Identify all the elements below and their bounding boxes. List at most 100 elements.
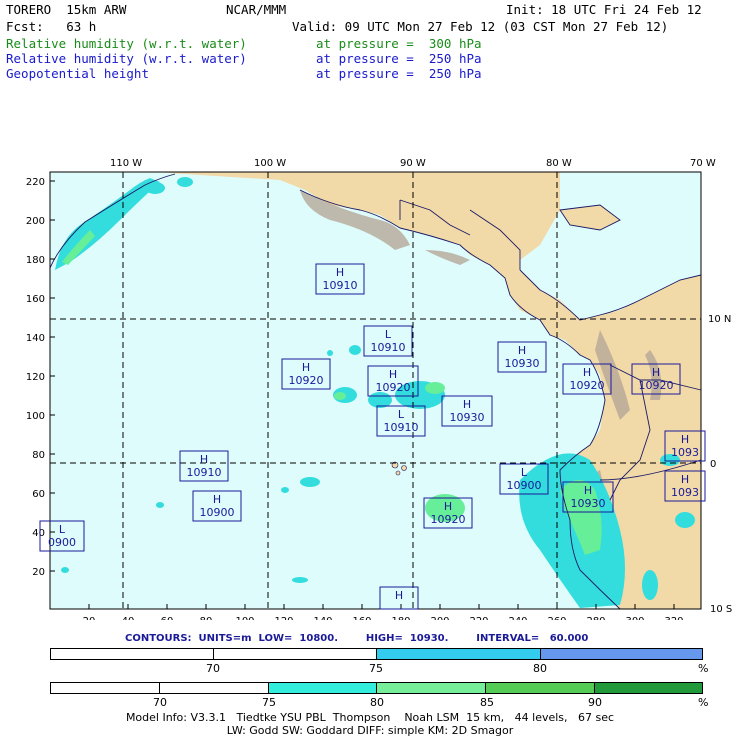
legend-blue-label-80: 80 (533, 662, 547, 675)
center-type: H (389, 368, 397, 381)
y-tick-label: 120 (26, 372, 45, 383)
legend-green-label-70: 70 (153, 696, 167, 709)
y-tick-label: 140 (26, 333, 45, 344)
x-tick-label: 100 (235, 616, 254, 620)
legend-green-label-85: 85 (480, 696, 494, 709)
center-type: H (395, 589, 403, 602)
legend-green-unit: % (698, 696, 709, 709)
valid-time: Valid: 09 UTC Mon 27 Feb 12 (03 CST Mon … (292, 19, 669, 34)
center-type: H (652, 366, 660, 379)
center-type: L (385, 328, 392, 341)
organization-label: NCAR/MMM (226, 2, 287, 17)
physics-info: LW: Godd SW: Goddard DIFF: simple KM: 2D… (226, 724, 514, 737)
center-value: 10930 (571, 497, 606, 510)
model-info: Model Info: V3.3.1 Tiedtke YSU PBL Thomp… (125, 711, 615, 724)
lat-label-0: 0 (710, 459, 716, 470)
legend-green-label-80: 80 (370, 696, 384, 709)
x-tick-label: 300 (625, 616, 644, 620)
legend-blue-unit: % (698, 662, 709, 675)
x-tick-label: 40 (122, 616, 135, 620)
legend-bin-lt70 (51, 683, 160, 693)
lat-label-10n: 10 N (708, 314, 731, 325)
legend-bin-gt90 (595, 683, 702, 693)
center-type: L (521, 466, 528, 479)
field-3-level: at pressure = 250 hPa (316, 66, 482, 81)
x-tick-label: 160 (352, 616, 371, 620)
legend-bin-70-75 (160, 683, 269, 693)
center-value: 1093 (671, 446, 699, 459)
lon-label-90w: 90 W (400, 158, 426, 169)
legend-bin-80-85 (377, 683, 486, 693)
field-1-level: at pressure = 300 hPa (316, 36, 482, 51)
center-value: 10920 (376, 381, 411, 394)
center-value: 10910 (384, 421, 419, 434)
center-value: 10900 (200, 506, 235, 519)
lon-label-70w: 70 W (690, 158, 716, 169)
y-tick-label: 180 (26, 255, 45, 266)
lon-label-80w: 80 W (546, 158, 572, 169)
field-1-name: Relative humidity (w.r.t. water) (6, 36, 247, 51)
y-tick-label: 20 (32, 567, 45, 578)
center-type: H (681, 433, 689, 446)
center-type: H (302, 361, 310, 374)
lat-label-10s: 10 S (710, 604, 732, 615)
center-value: 10910 (371, 341, 406, 354)
legend-bar-300hpa (50, 682, 703, 694)
legend-green-label-90: 90 (588, 696, 602, 709)
legend-bin-75-80 (377, 649, 541, 659)
legend-bin-75-80 (269, 683, 377, 693)
center-value: 10920 (570, 379, 605, 392)
legend-blue-label-70: 70 (206, 662, 220, 675)
legend-bin-gt80 (541, 649, 702, 659)
center-type: H (583, 366, 591, 379)
lon-label-110w: 110 W (110, 158, 142, 169)
model-title: TORERO 15km ARW (6, 2, 127, 17)
x-tick-label: 120 (274, 616, 293, 620)
x-tick-label: 80 (200, 616, 213, 620)
y-tick-label: 200 (26, 216, 45, 227)
legend-green-label-75: 75 (262, 696, 276, 709)
x-tick-label: 20 (83, 616, 96, 620)
center-value: 10920 (289, 374, 324, 387)
center-value: 10920 (639, 379, 674, 392)
init-time: Init: 18 UTC Fri 24 Feb 12 (506, 2, 702, 17)
x-tick-label: 140 (313, 616, 332, 620)
x-tick-label: 60 (161, 616, 174, 620)
center-value: 10920 (431, 513, 466, 526)
y-tick-label: 100 (26, 411, 45, 422)
legend-bin-lt70 (51, 649, 214, 659)
field-3-name: Geopotential height (6, 66, 149, 81)
legend-bin-85-90 (486, 683, 595, 693)
y-tick-label: 160 (26, 294, 45, 305)
center-value: 10910 (187, 466, 222, 479)
center-value: 1093 (671, 486, 699, 499)
weather-map: 110 W 100 W 90 W 80 W 70 W 10 N 0 10 S 2… (26, 158, 732, 620)
center-type: L (398, 408, 405, 421)
x-tick-label: 280 (586, 616, 605, 620)
legend-blue-label-75: 75 (369, 662, 383, 675)
field-2-level: at pressure = 250 hPa (316, 51, 482, 66)
lon-label-100w: 100 W (254, 158, 286, 169)
x-tick-label: 260 (547, 616, 566, 620)
center-type: H (336, 266, 344, 279)
y-tick-label: 80 (32, 450, 45, 461)
x-tick-label: 180 (391, 616, 410, 620)
y-tick-label: 220 (26, 177, 45, 188)
center-value: 10910 (323, 279, 358, 292)
center-value: 10930 (505, 357, 540, 370)
contours-info: CONTOURS: UNITS=m LOW= 10800. HIGH= 1093… (125, 633, 589, 644)
center-type: H (213, 493, 221, 506)
center-type: H (681, 473, 689, 486)
center-type: H (444, 500, 452, 513)
y-tick-label: 60 (32, 489, 45, 500)
center-value: 10930 (450, 411, 485, 424)
x-tick-label: 240 (508, 616, 527, 620)
legend-bin-70-75 (214, 649, 377, 659)
x-tick-label: 220 (469, 616, 488, 620)
center-type: H (518, 344, 526, 357)
field-2-name: Relative humidity (w.r.t. water) (6, 51, 247, 66)
center-type: H (463, 398, 471, 411)
forecast-hour: Fcst: 63 h (6, 19, 97, 34)
center-type: H (584, 484, 592, 497)
legend-bar-250hpa (50, 648, 703, 660)
